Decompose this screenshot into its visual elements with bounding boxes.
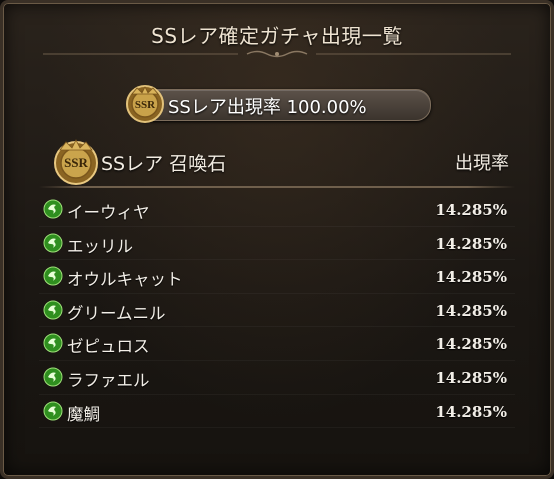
title-ornament [43,50,511,58]
wind-element-icon [43,401,63,421]
ssr-badge-icon: SSR [126,85,164,123]
category-label: SSレア 召喚石 [101,153,227,175]
summon-name: グリームニル [67,303,166,323]
ssr-rate-banner: SSR SSレア出現率 100.00% [126,85,431,123]
wind-element-icon [43,367,63,387]
wind-element-icon [43,300,63,320]
gacha-rate-dialog: SSレア確定ガチャ出現一覧 SSR SSレア出現率 100.00% SSR SS… [0,0,554,479]
summon-rate: 14.285% [435,301,507,320]
wind-element-icon [43,199,63,219]
list-item: イーウィヤ 14.285% [39,193,515,227]
header-divider [39,186,515,188]
rate-column-label: 出現率 [455,153,509,174]
summon-rate: 14.285% [435,335,507,354]
summon-rate: 14.285% [435,201,507,219]
summon-name: ゼピュロス [67,337,150,357]
wind-element-icon [43,333,63,353]
summon-name: イーウィヤ [67,203,150,222]
wind-element-icon [43,233,63,253]
list-item: エッリル 14.285% [39,227,515,261]
summon-name: オウルキャット [67,270,183,290]
ssr-rate-text: SSレア出現率 100.00% [168,97,367,118]
list-header: SSR SSレア 召喚石 出現率 [43,137,515,187]
dialog-title: SSレア確定ガチャ出現一覧 [151,23,403,48]
summon-name: エッリル [67,236,133,256]
summon-rate: 14.285% [435,234,507,253]
list-item: グリームニル 14.285% [39,294,515,328]
summon-rate: 14.285% [435,268,507,287]
summon-rate: 14.285% [435,368,507,387]
wind-element-icon [43,266,63,286]
ssr-badge-icon: SSR [54,139,98,185]
list-item: ゼピュロス 14.285% [39,327,515,361]
summon-list: イーウィヤ 14.285% エッリル 14.285% オウルキャット 14.285% グリー… [39,193,515,429]
summon-name: ラファエル [67,370,150,390]
list-item: オウルキャット 14.285% [39,260,515,294]
summon-name: 魔鯛 [67,404,100,424]
ssr-badge-text: SSR [135,99,156,111]
summon-rate: 14.285% [435,402,507,421]
list-item: ラファエル 14.285% [39,361,515,395]
ssr-badge-text: SSR [64,155,88,170]
list-item: 魔鯛 14.285% [39,395,515,429]
